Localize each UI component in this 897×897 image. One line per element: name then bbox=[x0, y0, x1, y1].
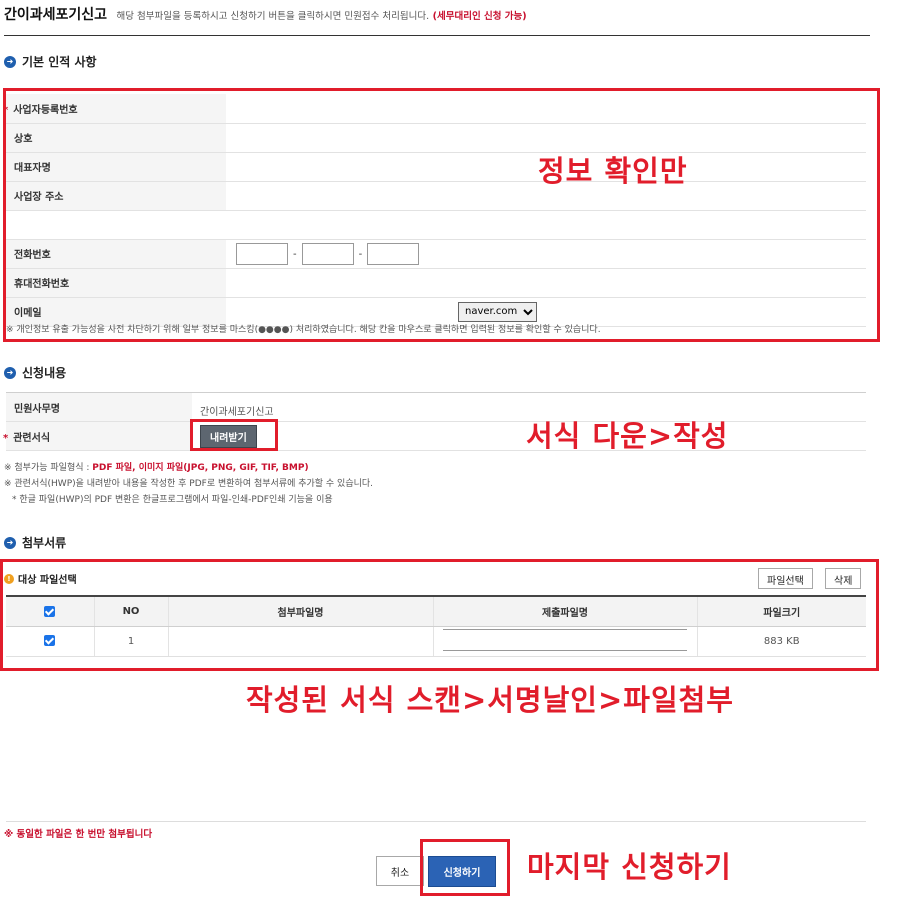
required-mark: * bbox=[3, 432, 9, 444]
header-divider bbox=[4, 35, 870, 36]
mobile-label: 휴대전화번호 bbox=[6, 268, 226, 298]
page-description: 해당 첨부파일을 등록하시고 신청하기 버튼을 클릭하시면 민원접수 처리됩니다… bbox=[116, 11, 430, 22]
mobile-value[interactable] bbox=[226, 268, 866, 298]
application-section-title: ➜ 신청내용 bbox=[4, 364, 66, 381]
company-label: 상호 bbox=[6, 123, 226, 153]
attachments-table: NO 첨부파일명 제출파일명 파일크기 1 883 KB bbox=[6, 595, 866, 657]
col-file-size: 파일크기 bbox=[697, 595, 866, 627]
col-submit-name: 제출파일명 bbox=[433, 595, 698, 627]
email-domain-select[interactable]: naver.com bbox=[458, 301, 537, 322]
col-no: NO bbox=[94, 595, 169, 627]
table-spacer bbox=[6, 210, 866, 240]
row-no: 1 bbox=[94, 626, 169, 657]
phone-label: 전화번호 bbox=[6, 239, 226, 269]
annotation-info-check: 정보 확인만 bbox=[538, 154, 688, 188]
page-title: 간이과세포기신고 bbox=[4, 7, 108, 23]
phone-part-2-input[interactable] bbox=[301, 242, 354, 265]
row-business-no: * 사업자등록번호 bbox=[3, 94, 866, 124]
row-file-size: 883 KB bbox=[697, 626, 866, 657]
row-attach-name bbox=[168, 626, 434, 657]
cancel-button[interactable]: 취소 bbox=[376, 856, 424, 886]
arrow-circle-icon: ➜ bbox=[4, 536, 16, 549]
delete-file-button[interactable]: 삭제 bbox=[825, 568, 862, 589]
target-file-label: ! 대상 파일선택 bbox=[4, 571, 77, 586]
annotation-form-download: 서식 다운>작성 bbox=[526, 419, 729, 453]
pdf-convert-note: * 한글 파일(HWP)의 PDF 변환은 한글프로그램에서 파일-인쇄-PDF… bbox=[12, 495, 333, 505]
col-attach-name: 첨부파일명 bbox=[168, 595, 434, 627]
arrow-circle-icon: ➜ bbox=[4, 366, 16, 379]
row-company: 상호 bbox=[6, 123, 866, 153]
row-checkbox[interactable] bbox=[44, 635, 56, 647]
same-file-note: ※ 동일한 파일은 한 번만 첨부됩니다 bbox=[4, 829, 153, 840]
page-header: 간이과세포기신고 해당 첨부파일을 등록하시고 신청하기 버튼을 클릭하시면 민… bbox=[4, 4, 866, 24]
hwp-note: ※ 관련서식(HWP)을 내려받아 내용을 작성한 후 PDF로 변환하여 첨부… bbox=[4, 479, 374, 489]
basic-info-table: * 사업자등록번호 상호 대표자명 사업장 주소 전화번호 -- 휴대전화번호 이… bbox=[3, 94, 866, 327]
row-mobile: 휴대전화번호 bbox=[6, 268, 866, 298]
select-all-checkbox[interactable] bbox=[44, 605, 56, 617]
service-label: 민원사무명 bbox=[6, 392, 192, 422]
business-no-value[interactable] bbox=[226, 94, 866, 124]
related-form-label: 관련서식 bbox=[13, 432, 51, 444]
submit-file-name-input[interactable] bbox=[443, 628, 687, 651]
info-dot-icon: ! bbox=[4, 573, 14, 584]
submit-button[interactable]: 신청하기 bbox=[428, 856, 496, 887]
attachments-section-title: ➜ 첨부서류 bbox=[4, 534, 66, 551]
representative-label: 대표자명 bbox=[6, 152, 226, 182]
phone-part-3-input[interactable] bbox=[367, 242, 420, 265]
row-service-name: 민원사무명 간이과세포기신고 bbox=[6, 392, 866, 422]
row-phone: 전화번호 -- bbox=[6, 239, 866, 269]
footer-divider bbox=[6, 821, 866, 822]
annotation-final-submit: 마지막 신청하기 bbox=[527, 850, 732, 884]
row-representative: 대표자명 bbox=[6, 152, 866, 182]
download-form-button[interactable]: 내려받기 bbox=[200, 424, 257, 448]
agent-note: (세무대리인 신청 가능) bbox=[432, 11, 527, 22]
business-no-label: 사업자등록번호 bbox=[13, 104, 78, 116]
privacy-note: ※ 개인정보 유출 가능성을 사전 차단하기 위해 일부 정보를 마스킹(●●●… bbox=[6, 325, 601, 335]
table-row: 1 883 KB bbox=[6, 626, 866, 657]
annotation-scan-attach: 작성된 서식 스캔>서명날인>파일첨부 bbox=[246, 683, 734, 717]
select-file-button[interactable]: 파일선택 bbox=[758, 568, 813, 589]
file-type-note: ※ 첨부가능 파일형식 : PDF 파일, 이미지 파일(JPG, PNG, G… bbox=[4, 463, 309, 473]
attachments-header-row: NO 첨부파일명 제출파일명 파일크기 bbox=[6, 595, 866, 627]
address-label: 사업장 주소 bbox=[6, 181, 226, 211]
phone-part-1-input[interactable] bbox=[236, 242, 288, 265]
required-mark: * bbox=[3, 104, 9, 116]
basic-info-section-title: ➜ 기본 인적 사항 bbox=[4, 53, 97, 70]
application-table: 민원사무명 간이과세포기신고 * 관련서식 내려받기 bbox=[3, 392, 866, 451]
row-related-form: * 관련서식 내려받기 bbox=[3, 421, 866, 451]
row-address: 사업장 주소 bbox=[6, 181, 866, 211]
arrow-circle-icon: ➜ bbox=[4, 55, 16, 68]
